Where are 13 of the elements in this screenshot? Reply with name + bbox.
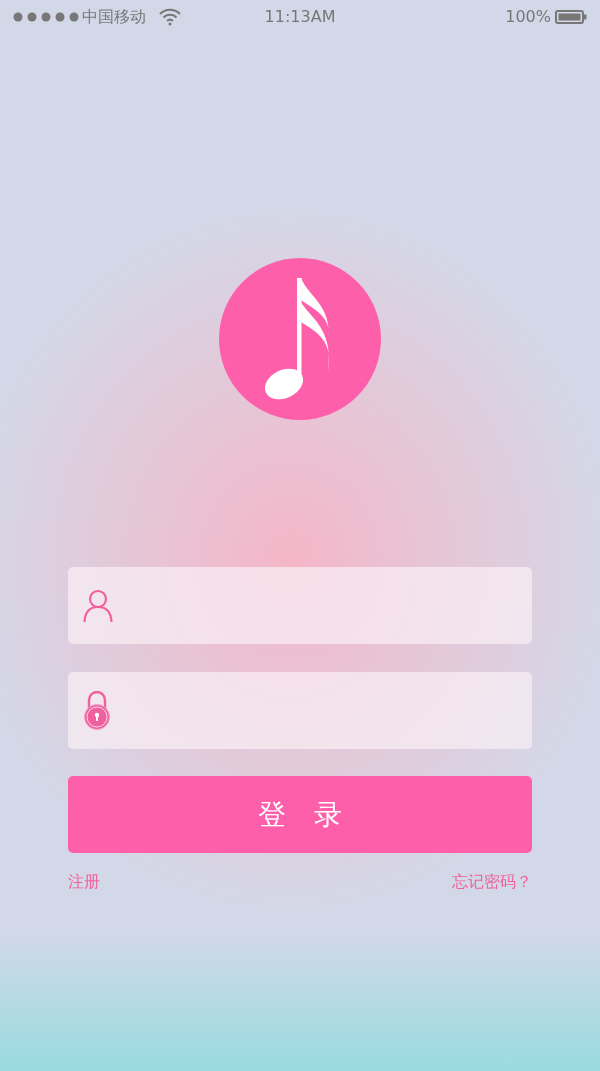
- input-field[interactable]: [68, 672, 532, 749]
- register-link[interactable]: 注册: [68, 870, 100, 894]
- carrier-name: 中国移动: [82, 6, 146, 28]
- battery-icon: [555, 10, 587, 24]
- battery-percent: 100%: [505, 6, 551, 28]
- forgot-password-link[interactable]: 忘记密码？: [452, 870, 532, 894]
- wifi-icon: [159, 8, 181, 26]
- clock-time: 11:13AM: [264, 6, 336, 28]
- login-button[interactable]: 登 录: [68, 776, 532, 853]
- signal-icon: [13, 12, 79, 22]
- user-icon: [83, 588, 113, 623]
- input-field[interactable]: [68, 567, 532, 644]
- padlock-icon: [83, 690, 111, 731]
